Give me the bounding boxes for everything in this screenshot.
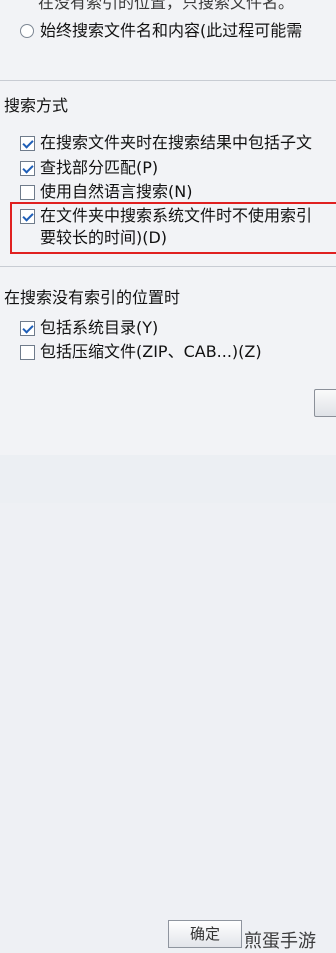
checkbox-partial-match-label: 查找部分匹配(P): [40, 158, 159, 177]
search-method-heading: 搜索方式: [4, 96, 69, 115]
watermark-text: 煎蛋手游: [244, 931, 316, 952]
dialog-footer: 确定 煎蛋手游: [0, 455, 336, 952]
non-indexed-heading: 在搜索没有索引的位置时: [4, 288, 181, 307]
folder-options-search-panel: 在没有索引的位置，只搜索文件名。 始终搜索文件名和内容(此过程可能需 搜索方式 …: [0, 0, 336, 455]
checkbox-include-system-directories-label: 包括系统目录(Y): [40, 318, 159, 337]
radio-always-search-contents[interactable]: [20, 24, 34, 38]
checkbox-natural-language-label: 使用自然语言搜索(N): [40, 182, 193, 201]
checkbox-include-subfolders[interactable]: [20, 136, 35, 151]
checkbox-include-system-directories[interactable]: [20, 321, 35, 336]
checkbox-no-index-system-files-label-line2: 要较长的时间)(D): [40, 228, 168, 247]
checkbox-no-index-system-files-label: 在文件夹中搜索系统文件时不使用索引: [40, 206, 313, 225]
section-divider-top: [0, 80, 336, 81]
checkbox-include-compressed-files[interactable]: [20, 345, 35, 360]
radio-always-search-contents-label: 始终搜索文件名和内容(此过程可能需: [40, 21, 303, 40]
checkbox-include-subfolders-label: 在搜索文件夹时在搜索结果中包括子文: [40, 133, 313, 152]
ok-button[interactable]: 确定: [168, 920, 242, 948]
checkbox-partial-match[interactable]: [20, 161, 35, 176]
checkbox-include-compressed-files-label: 包括压缩文件(ZIP、CAB...)(Z): [40, 342, 262, 361]
partial-option-text: 在没有索引的位置，只搜索文件名。: [38, 0, 295, 12]
restore-defaults-button[interactable]: [314, 389, 336, 417]
checkbox-natural-language[interactable]: [20, 185, 35, 200]
checkbox-no-index-system-files[interactable]: [20, 209, 35, 224]
section-divider-middle: [0, 266, 336, 267]
